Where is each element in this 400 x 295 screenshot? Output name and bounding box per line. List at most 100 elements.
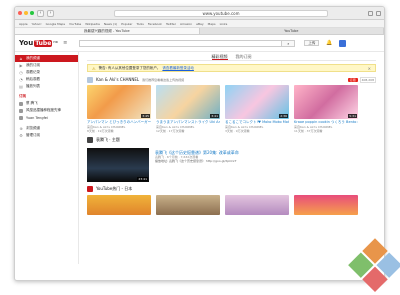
channel-avatar — [19, 101, 23, 106]
search-box: ⌕ — [79, 39, 296, 47]
video-title[interactable]: うまうまアンパンマンストライク Uki Anpanman — [156, 120, 220, 125]
video-card[interactable]: 2:36 るこるこでコレクト!♥ Moko Moko Mokolecto 来自K… — [225, 85, 289, 133]
avatar[interactable] — [338, 39, 346, 47]
video-thumbnail[interactable]: 3:45 — [87, 85, 151, 119]
video-thumbnail[interactable]: 2:36 — [225, 85, 289, 119]
bookmark-item[interactable]: News (1) — [104, 22, 117, 26]
warning-link[interactable]: 请查看最新登录活动 — [162, 66, 194, 71]
bookmark-item[interactable]: Links — [220, 22, 228, 26]
subscription-label: Yuan Tengfei — [26, 115, 48, 120]
channel-shelf: 袁腾飞 · 主题 23:41 袁腾飞《这个历史挺靠谱》第20集: 改革或革命 袁… — [87, 137, 376, 182]
video-title[interactable]: アンパンマン とびっきりのハンバーガー Anpanman — [87, 120, 151, 125]
bookmark-item[interactable]: Twitter — [166, 22, 176, 26]
bookmark-item[interactable]: Tools — [136, 22, 143, 26]
channel-name[interactable]: Kan & Aki's CHANNEL — [96, 77, 139, 82]
sidebar-item-label: 我的订阅 — [26, 63, 40, 67]
subscriber-count: 408,208 — [359, 76, 376, 83]
zoom-window-icon[interactable] — [30, 11, 34, 15]
minimize-window-icon[interactable] — [24, 11, 28, 15]
sidebar-item-browse-channels[interactable]: ⊕ 浏览频道 — [15, 125, 78, 132]
channel-avatar[interactable] — [87, 76, 93, 83]
channel-avatar — [19, 108, 23, 113]
video-card[interactable]: 5:31 Kraoe poppin cookin つくろう Bento cand… — [294, 85, 358, 133]
video-title[interactable]: るこるこでコレクト!♥ Moko Moko Mokolecto — [225, 120, 289, 125]
logo-text: You — [19, 39, 34, 47]
bookmark-item[interactable]: Popular — [121, 22, 132, 26]
subscription-item[interactable]: 风靡品撞播种程度先锋 — [15, 107, 78, 114]
youtube-play-icon — [87, 186, 93, 192]
sidebar-item-playlists[interactable]: ▤ 播放列表 — [15, 83, 78, 90]
sidebar-item-label: 我的频道 — [26, 56, 40, 60]
playlist-icon: ▤ — [19, 84, 23, 89]
subscriptions-heading: 订阅 — [19, 94, 26, 98]
back-button[interactable]: ‹ — [37, 9, 44, 17]
video-title[interactable]: Kraoe poppin cookin つくろう Bento candy — [294, 120, 358, 125]
bookmark-item[interactable]: eBay — [196, 22, 204, 26]
bell-icon[interactable]: 🔔 — [326, 40, 332, 46]
shelf-description: 我们推荐您看看这些上传的视频 — [142, 77, 185, 82]
sidebar-item-my-channel[interactable]: ⌂ 我的频道 — [15, 55, 78, 62]
sidebar-item-history[interactable]: ◷ 观看记录 — [15, 69, 78, 76]
close-icon[interactable]: × — [368, 66, 371, 71]
forward-button[interactable]: › — [47, 9, 54, 17]
browser-toolbar: ‹ › www.youtube.com — [15, 7, 384, 20]
bookmark-item[interactable]: Yahoo! — [32, 22, 42, 26]
video-thumbnail[interactable] — [87, 194, 151, 215]
channel-name[interactable]: 袁腾飞 · 主题 — [96, 137, 120, 143]
security-warning: ⚠ 警告: 有人从其他位置登录了您的帐户。 请查看最新登录活动 × — [87, 64, 376, 72]
sidebar-item-watch-later[interactable]: ◔ 稍后观看 — [15, 76, 78, 83]
video-thumbnail[interactable] — [156, 194, 220, 215]
sidebar-item-manage-subscriptions[interactable]: ⚙ 管理订阅 — [15, 132, 78, 139]
video-thumbnail[interactable]: 5:31 — [294, 85, 358, 119]
close-window-icon[interactable] — [18, 11, 22, 15]
sidebar-item-subscriptions[interactable]: ▶ 我的订阅 — [15, 62, 78, 69]
upload-button[interactable]: 上传 — [304, 40, 320, 46]
video-thumbnail[interactable] — [225, 194, 289, 215]
youtube-logo[interactable]: You Tube HK — [19, 39, 58, 47]
sidebar-item-label: 播放列表 — [26, 84, 40, 88]
channel-avatar — [19, 115, 23, 120]
address-bar[interactable]: www.youtube.com — [114, 9, 328, 17]
video-thumbnail[interactable]: 3:41 — [156, 85, 220, 119]
sidebar-item-label: 稍后观看 — [26, 77, 40, 81]
video-thumbnail[interactable] — [294, 194, 358, 215]
sidebar-item-label: 浏览频道 — [26, 126, 40, 130]
plus-circle-icon: ⊕ — [19, 126, 23, 131]
bookmark-item[interactable]: Amazon — [180, 22, 192, 26]
sidebar-item-label: 管理订阅 — [26, 133, 40, 137]
bookmark-item[interactable]: Wikipedia — [85, 22, 100, 26]
video-thumbnail[interactable]: 23:41 — [87, 147, 149, 182]
video-duration: 3:41 — [210, 114, 219, 118]
guide-menu-icon[interactable]: ≡ — [63, 40, 67, 46]
window-controls — [18, 11, 34, 15]
video-views: 3天前 · 9万次观看 — [225, 128, 250, 133]
video-title[interactable]: 袁腾飞《这个历史挺靠谱》第20集: 改革或革命 — [155, 150, 239, 155]
bookmark-item[interactable]: Google Maps — [46, 22, 65, 26]
tab-subscriptions[interactable]: 我的订阅 — [236, 52, 252, 60]
bookmark-item[interactable]: Maps — [208, 22, 216, 26]
video-info: 袁腾飞《这个历史挺靠谱》第20集: 改革或革命 袁腾飞 · 6个月前 · 7,6… — [155, 148, 239, 182]
video-duration: 5:31 — [348, 114, 357, 118]
channel-name[interactable]: YouTube热门 - 日本 — [96, 186, 132, 192]
tab-featured[interactable]: 精彩视频 — [211, 52, 228, 60]
search-icon[interactable]: ⌕ — [281, 40, 295, 46]
video-card[interactable]: 3:41 うまうまアンパンマンストライク Uki Anpanman 来自Kan … — [156, 85, 220, 133]
bookmark-item[interactable]: YouTube — [69, 22, 81, 26]
search-input[interactable] — [80, 40, 282, 46]
bookmark-item[interactable]: Apple — [19, 22, 28, 26]
browser-tab-active[interactable]: 我最感兴趣的视频 - YouTube — [15, 28, 200, 34]
subscribe-button[interactable]: 订阅 — [347, 77, 358, 82]
subscription-item[interactable]: 蔡 腾飞 — [15, 100, 78, 107]
video-card[interactable]: 3:45 アンパンマン とびっきりのハンバーガー Anpanman 来自Kan … — [87, 85, 151, 133]
featured-video[interactable]: 23:41 袁腾飞《这个历史挺靠谱》第20集: 改革或革命 袁腾飞 · 6个月前… — [87, 147, 376, 182]
subscription-item[interactable]: Yuan Tengfei — [15, 114, 78, 121]
tabs-icon[interactable] — [376, 10, 381, 16]
share-icon[interactable] — [368, 10, 373, 16]
channel-avatar[interactable] — [87, 137, 93, 143]
bookmarks-bar: Apple Yahoo! Google Maps YouTube Wikiped… — [15, 20, 384, 28]
sidebar-item-label: 观看记录 — [26, 70, 40, 74]
browser-tab[interactable]: YouTube — [200, 28, 384, 34]
video-row — [87, 194, 376, 215]
bookmark-item[interactable]: Facebook — [148, 22, 162, 26]
shelf-header: YouTube热门 - 日本 — [87, 186, 376, 193]
